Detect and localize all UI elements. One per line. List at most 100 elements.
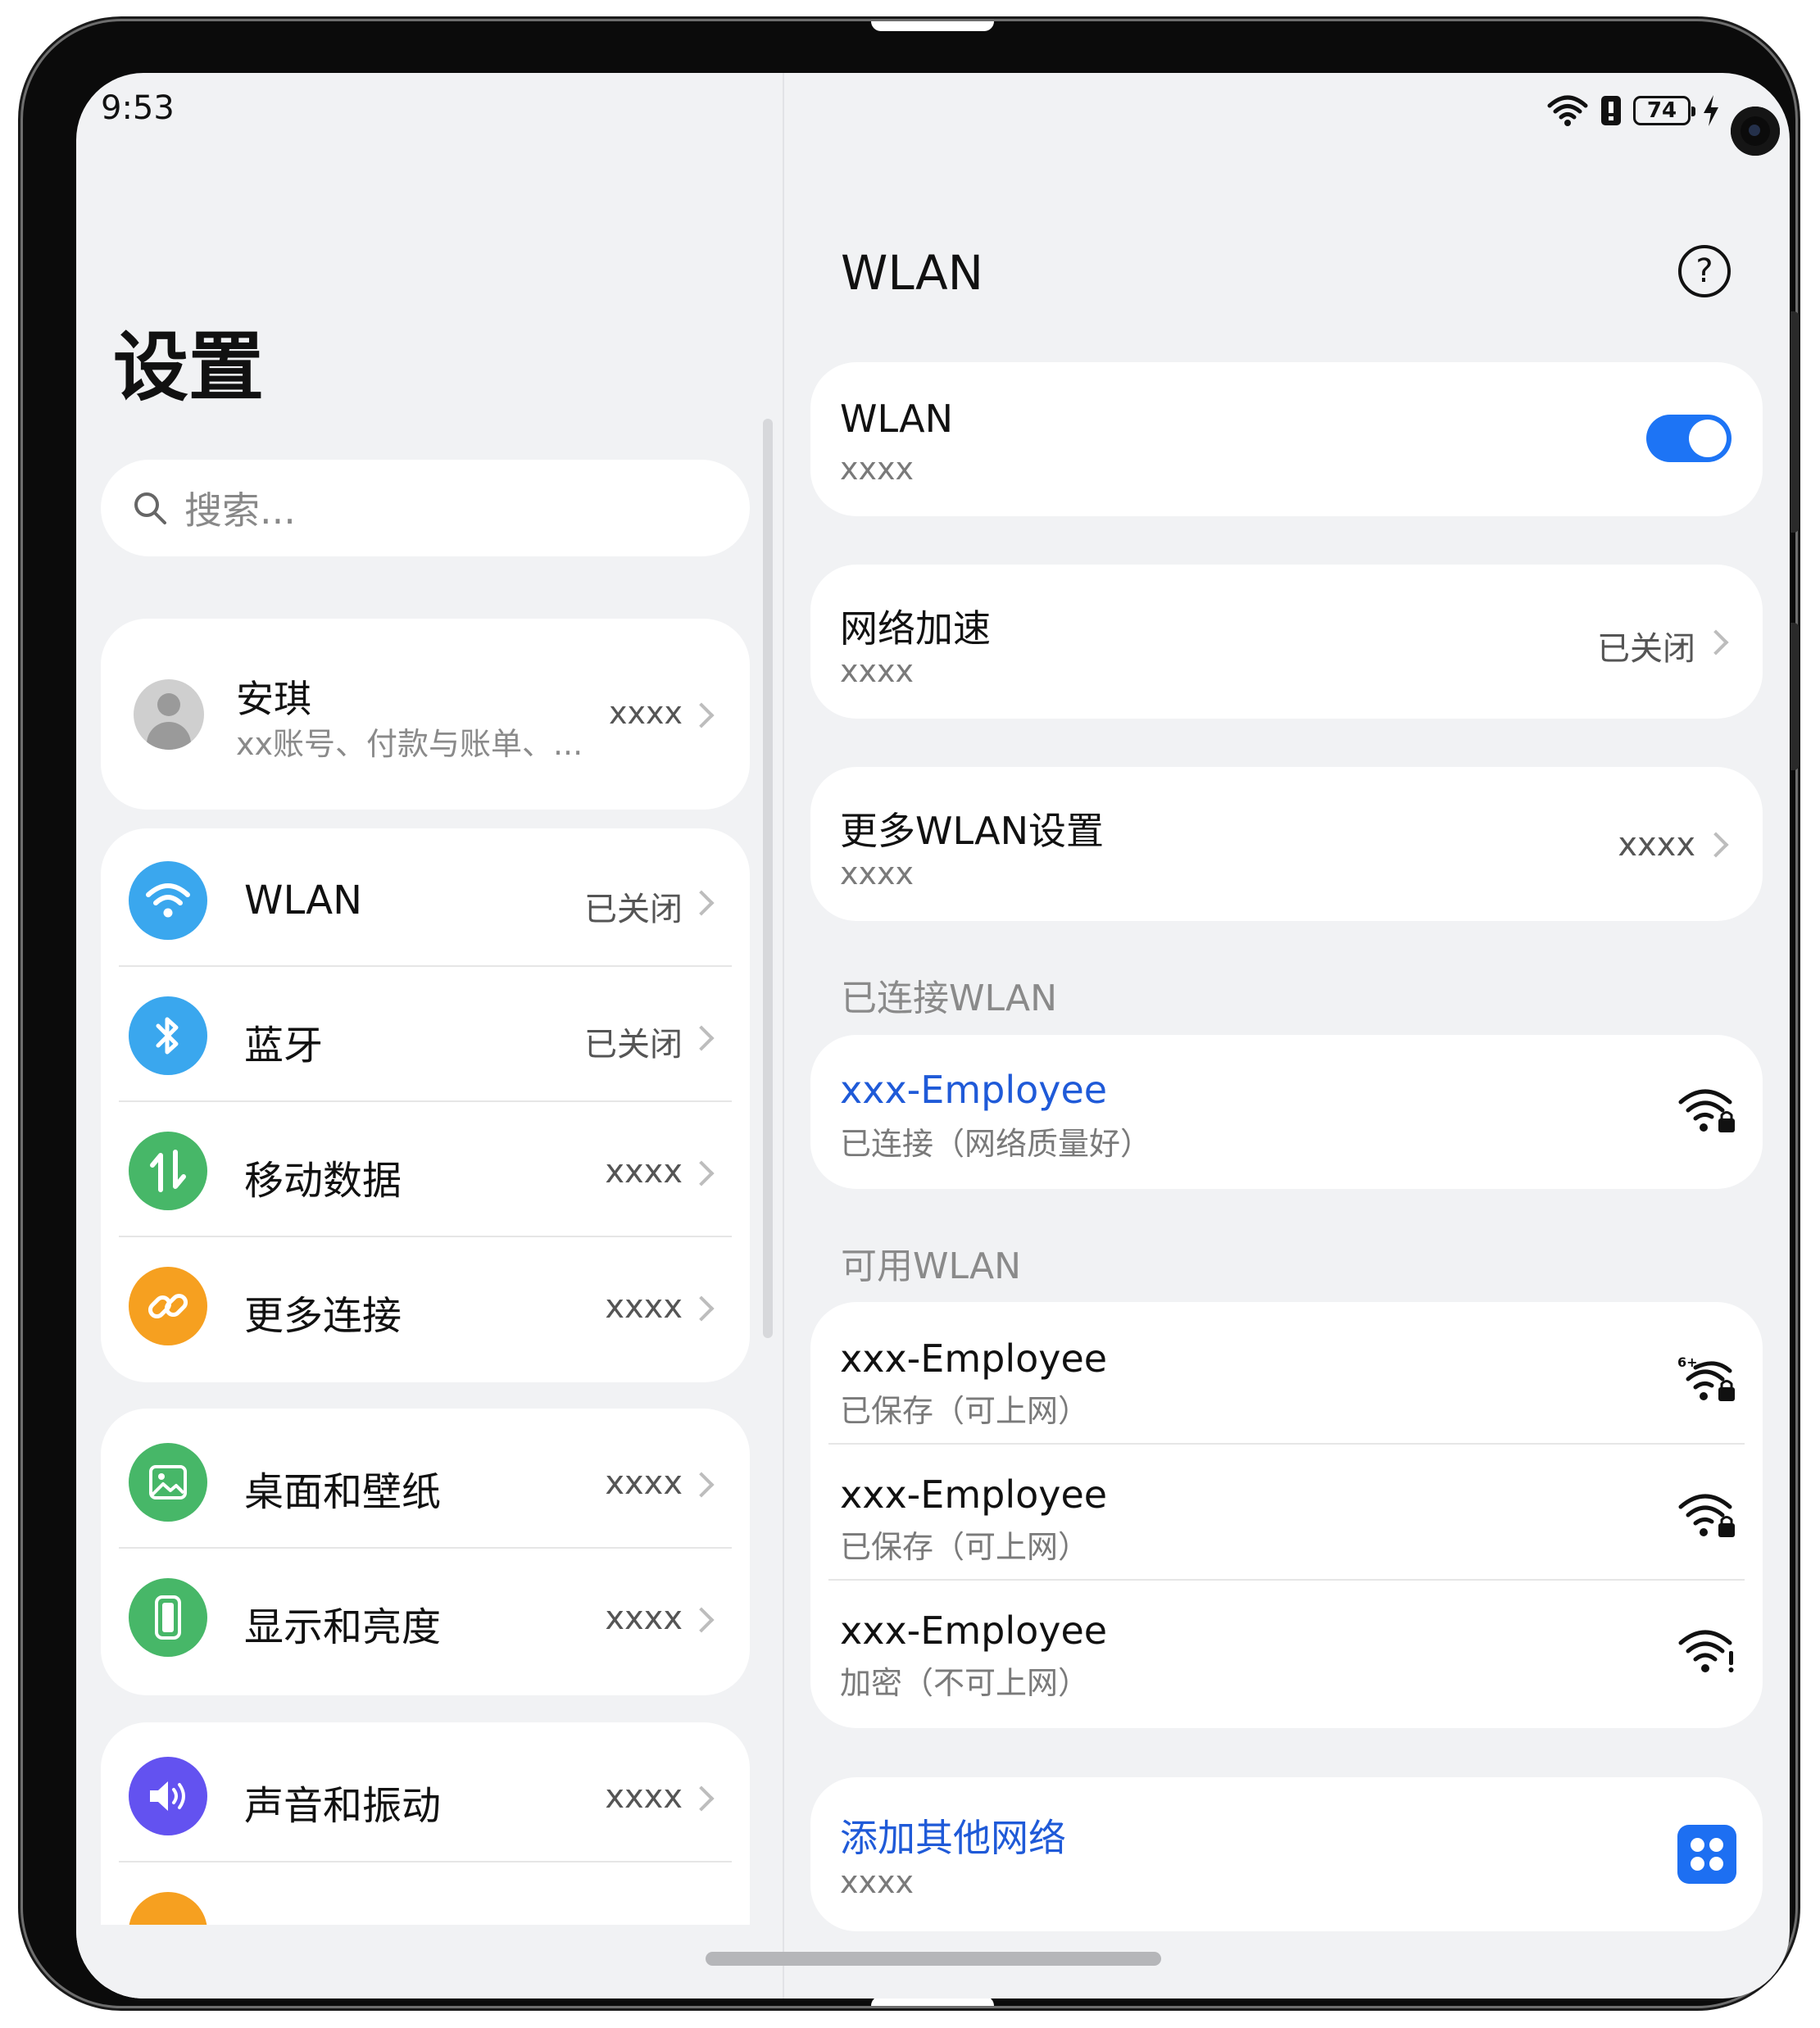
wifi6-lock-icon: 6+ [1677,1354,1735,1401]
available-section-label: 可用WLAN [841,1245,1022,1287]
more-wlan-settings-card[interactable]: 更多WLAN设置 xxxx xxxx [810,767,1763,921]
sidebar-item-label: 桌面和壁纸 [244,1469,442,1515]
hinge-top [871,21,994,31]
sidebar-item-label: 蓝牙 [244,1023,324,1068]
network-acceleration-card[interactable]: 网络加速 xxxx 已关闭 [810,565,1763,719]
side-button [1790,623,1799,770]
help-icon[interactable]: ? [1678,245,1731,297]
add-network-title: 添加其他网络 [840,1816,1066,1860]
network-status: 已保存（可上网） [840,1393,1090,1429]
status-time: 9:53 [101,89,175,127]
status-icons: 74 [1546,94,1720,127]
chevron-right-icon [1703,832,1729,858]
sidebar-item-value: xxxx [605,1288,683,1326]
camera-punch-hole [1731,107,1780,156]
battery-indicator: 74 [1633,96,1695,125]
search-input[interactable]: 搜索... [101,460,750,556]
chevron-right-icon [688,1025,715,1051]
sidebar-item-value: xxxx [605,1778,683,1816]
chevron-right-icon [688,1472,715,1498]
wallpaper-icon [129,1443,207,1522]
sidebar-item-value: 已关闭 [584,1026,683,1064]
sidebar-item-mobile-data[interactable]: 移动数据 xxxx [101,1102,750,1237]
sidebar-item-label: 更多连接 [244,1293,402,1339]
wlan-toggle-subtitle: xxxx [840,451,914,487]
sidebar-item-value: xxxx [605,1599,683,1637]
chevron-right-icon [688,1295,715,1322]
home-indicator[interactable] [706,1952,1161,1966]
toggle-knob [1689,420,1727,457]
available-network-3[interactable]: xxx-Employee 加密（不可上网） [810,1581,1763,1728]
add-network-card[interactable]: 添加其他网络 xxxx [810,1777,1763,1931]
available-networks-card: xxx-Employee 已保存（可上网） 6+ xxx-Employee 已保… [810,1302,1763,1728]
account-card[interactable]: 安琪 xx账号、付款与账单、... xxxx [101,619,750,810]
sidebar-item-value: xxxx [605,1464,683,1502]
sidebar-item-value: xxxx [605,1153,683,1191]
connected-network-card[interactable]: xxx-Employee 已连接（网络质量好） [810,1035,1763,1189]
chevron-right-icon [688,1785,715,1812]
sidebar-item-label: 显示和亮度 [244,1604,442,1650]
display-icon [129,1578,207,1657]
pane-divider [783,73,784,1999]
account-value: xxxx [609,695,683,731]
sidebar-item-display[interactable]: 显示和亮度 xxxx [101,1549,750,1684]
device-frame: 9:53 74 设置 搜索... 安琪 xx账号、付款与账单、... xxxx … [23,21,1795,2006]
add-network-subtitle: xxxx [840,1864,914,1900]
sidebar-item-bluetooth[interactable]: 蓝牙 已关闭 [101,967,750,1102]
available-network-2[interactable]: xxx-Employee 已保存（可上网） [810,1445,1763,1581]
left-scrollbar[interactable] [763,419,773,1338]
more-wlan-settings-subtitle: xxxx [840,855,914,892]
wlan-toggle-title: WLAN [840,397,954,441]
connected-network-name: xxx-Employee [840,1068,1108,1112]
display-group: 桌面和壁纸 xxxx 显示和亮度 xxxx [101,1409,750,1695]
scan-add-icon[interactable] [1677,1825,1736,1884]
link-icon [129,1267,207,1345]
sidebar-item-sound[interactable]: 声音和振动 xxxx [101,1727,750,1862]
network-name: xxx-Employee [840,1472,1108,1517]
account-subtitle: xx账号、付款与账单、... [236,726,583,762]
sidebar-item-label: WLAN [244,878,363,923]
wifi-warning-icon [1678,1630,1734,1672]
chevron-right-icon [688,702,715,728]
available-network-1[interactable]: xxx-Employee 已保存（可上网） 6+ [810,1302,1763,1445]
wifi-icon [129,861,207,940]
sidebar-item-label: 声音和振动 [244,1783,442,1829]
side-button [1790,311,1799,533]
wifi-lock-icon [1678,1089,1735,1132]
network-acceleration-value: 已关闭 [1597,630,1695,668]
wlan-toggle-switch[interactable] [1646,415,1731,462]
network-acceleration-subtitle: xxxx [840,653,914,689]
wlan-toggle-card[interactable]: WLAN xxxx [810,362,1763,516]
connected-section-label: 已连接WLAN [841,978,1058,1019]
chevron-right-icon [1703,629,1729,656]
wlan-page-title: WLAN [841,245,984,301]
wifi-status-icon [1547,95,1588,126]
sim-status-icon [1601,96,1621,125]
mobile-data-icon [129,1132,207,1210]
chevron-right-icon [688,1160,715,1186]
network-status: 已保存（可上网） [840,1529,1090,1565]
network-name: xxx-Employee [840,1336,1108,1381]
more-wlan-settings-value: xxxx [1618,826,1695,864]
sidebar-item-wlan[interactable]: WLAN 已关闭 [101,832,750,967]
sound-icon [129,1757,207,1835]
sidebar-item-wallpaper[interactable]: 桌面和壁纸 xxxx [101,1413,750,1549]
sidebar-item-more-connections[interactable]: 更多连接 xxxx [101,1237,750,1372]
sidebar-item-label: 移动数据 [244,1158,402,1204]
search-placeholder: 搜索... [184,488,296,533]
connectivity-group: WLAN 已关闭 蓝牙 已关闭 移动数据 xxxx 更多连接 xxxx [101,828,750,1382]
chevron-right-icon [688,890,715,916]
network-acceleration-title: 网络加速 [840,606,991,651]
search-icon [134,492,166,524]
sidebar-item-value: 已关闭 [584,891,683,928]
network-name: xxx-Employee [840,1608,1108,1653]
bottom-mask [76,1925,783,1999]
settings-title: 设置 [113,324,265,411]
account-name: 安琪 [236,677,311,721]
more-wlan-settings-title: 更多WLAN设置 [840,809,1105,853]
avatar [134,679,204,750]
network-status: 加密（不可上网） [840,1665,1090,1701]
screen: 9:53 74 设置 搜索... 安琪 xx账号、付款与账单、... xxxx … [76,73,1790,1999]
wifi-lock-icon [1678,1494,1735,1537]
connected-network-status: 已连接（网络质量好） [840,1126,1152,1162]
